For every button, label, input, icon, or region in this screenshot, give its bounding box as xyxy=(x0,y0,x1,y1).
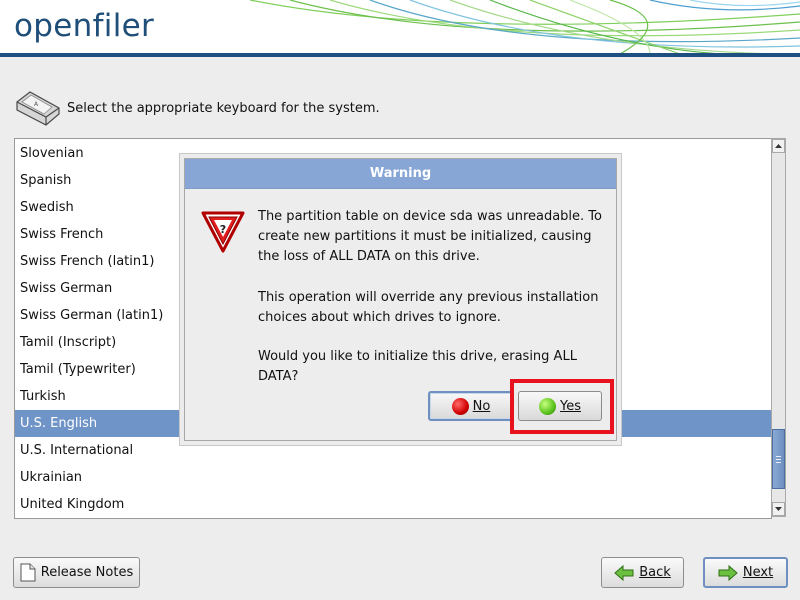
warning-icon: ? xyxy=(201,211,245,253)
arrow-left-icon xyxy=(614,564,634,581)
yes-button-highlight xyxy=(510,379,614,434)
back-button[interactable]: Back xyxy=(601,557,684,588)
no-button[interactable]: No xyxy=(428,391,514,421)
back-label: Back xyxy=(639,565,671,580)
header-banner: openfiler xyxy=(0,0,800,54)
list-item[interactable]: United Kingdom xyxy=(15,491,771,518)
chevron-up-icon xyxy=(775,144,782,148)
svg-text:?: ? xyxy=(220,223,226,236)
arrow-right-icon xyxy=(718,564,738,581)
document-icon xyxy=(20,563,36,582)
keyboard-icon: A xyxy=(16,91,60,126)
header-divider xyxy=(0,53,800,57)
release-notes-button[interactable]: Release Notes xyxy=(13,557,140,588)
release-notes-label: Release Notes xyxy=(40,565,134,580)
next-button[interactable]: Next xyxy=(703,557,788,588)
dialog-message-2: This operation will override any previou… xyxy=(258,290,599,325)
next-label: Next xyxy=(742,565,774,580)
keyboard-prompt: Select the appropriate keyboard for the … xyxy=(67,101,380,116)
dialog-message-1: The partition table on device sda was un… xyxy=(258,209,602,264)
no-icon xyxy=(451,397,469,415)
dialog-title: Warning xyxy=(185,159,616,189)
no-button-label: No xyxy=(472,398,491,414)
scroll-up-button[interactable] xyxy=(772,139,785,153)
openfiler-logo: openfiler xyxy=(14,8,155,44)
chevron-down-icon xyxy=(775,507,782,511)
list-item[interactable]: Ukrainian xyxy=(15,464,771,491)
scrollbar-thumb[interactable] xyxy=(772,429,785,489)
list-scrollbar[interactable] xyxy=(771,138,786,517)
scroll-down-button[interactable] xyxy=(772,502,785,516)
